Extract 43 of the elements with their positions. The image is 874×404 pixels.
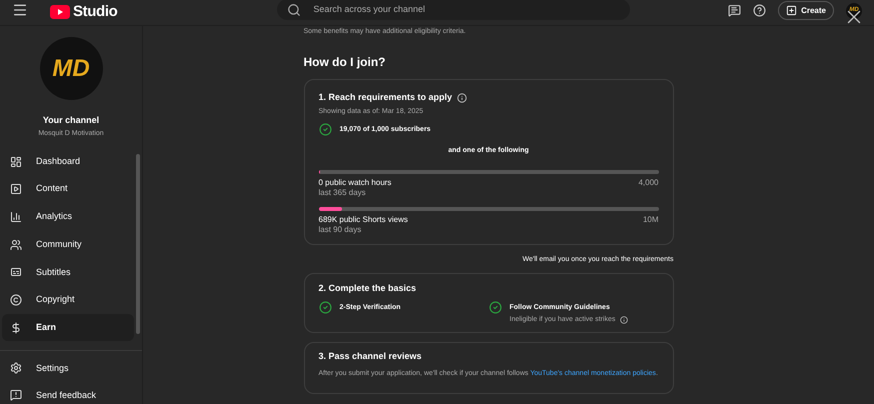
info-icon[interactable] <box>620 316 628 324</box>
nav-item[interactable]: Analytics <box>2 203 134 230</box>
nav-item[interactable]: Settings <box>2 354 142 382</box>
scrollbar[interactable] <box>136 154 140 334</box>
info-icon[interactable] <box>457 92 468 103</box>
create-button[interactable]: Create <box>778 1 834 20</box>
metric-target: 10M <box>642 214 658 224</box>
help-icon[interactable] <box>753 4 766 17</box>
nav-item[interactable]: Copyright <box>2 286 134 314</box>
nav-item[interactable]: Subtitles <box>2 258 134 286</box>
metric-period: last 90 days <box>318 224 362 234</box>
section-heading: How do I join? <box>304 55 386 69</box>
search-input[interactable]: Search across your channel <box>313 2 620 16</box>
metric-label: 0 public watch hours <box>318 178 392 188</box>
search-icon <box>287 2 302 16</box>
add-video-icon <box>786 5 798 16</box>
nav-item[interactable]: Content <box>2 176 134 203</box>
metric-label: 689K public Shorts views <box>318 214 408 224</box>
nav-item[interactable]: Dashboard <box>2 148 134 175</box>
chart-icon <box>10 210 22 223</box>
dollar-icon <box>10 322 22 334</box>
nav-item[interactable]: Earn <box>2 314 134 342</box>
search-field[interactable]: Search across your channel <box>277 0 630 20</box>
feedback-icon <box>10 389 22 402</box>
step-title: 3. Pass channel reviews <box>318 351 423 362</box>
copyright-icon <box>10 294 22 306</box>
dashboard-icon <box>10 156 22 168</box>
play-logo-icon <box>50 5 70 20</box>
nav-item[interactable]: Send feedback <box>2 382 142 404</box>
metric-period: last 365 days <box>318 188 367 198</box>
nav-item[interactable]: Community <box>2 231 134 258</box>
people-icon <box>10 238 22 251</box>
step-title: 2. Complete the basics <box>318 282 418 295</box>
step-title: 1. Reach requirements to apply <box>318 91 452 104</box>
channel-avatar[interactable]: MD <box>40 37 102 100</box>
comment-icon[interactable] <box>728 4 742 17</box>
captions-icon <box>10 266 22 278</box>
menu-icon[interactable] <box>12 2 28 18</box>
settings-icon <box>10 362 22 374</box>
metric-target: 4,000 <box>638 178 658 188</box>
channel-title: Your channel <box>42 115 100 126</box>
logo-text: Studio <box>73 2 118 22</box>
play-icon <box>10 183 22 196</box>
